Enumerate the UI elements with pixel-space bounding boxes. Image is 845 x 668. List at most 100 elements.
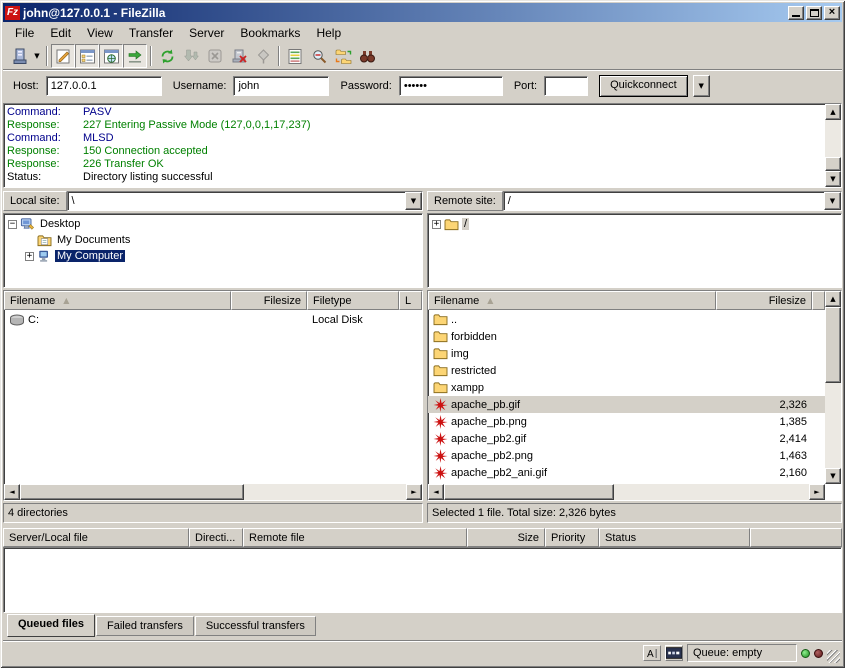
column-header-filesize[interactable]: Filesize	[231, 291, 307, 310]
scroll-left-button[interactable]: ◄	[428, 484, 444, 500]
log-line: Response:226 Transfer OK	[7, 158, 825, 171]
username-input[interactable]: john	[233, 76, 329, 96]
quickconnect-button[interactable]: Quickconnect	[599, 75, 688, 97]
remote-site-combo[interactable]: / ▼	[503, 191, 842, 211]
resize-grip[interactable]	[827, 650, 840, 663]
cancel-operation-button[interactable]	[203, 44, 227, 68]
site-manager-dropdown-button[interactable]: ▼	[31, 44, 43, 68]
tree-expander-plus[interactable]: +	[432, 220, 441, 229]
site-manager-button[interactable]	[7, 44, 31, 68]
scroll-up-button[interactable]: ▲	[825, 291, 841, 307]
remote-vscrollbar[interactable]: ▲ ▼	[825, 291, 841, 484]
speed-limits-icon[interactable]	[665, 645, 683, 661]
column-header-size[interactable]: Size	[467, 528, 545, 547]
host-input[interactable]: 127.0.0.1	[46, 76, 162, 96]
scroll-track[interactable]	[444, 484, 809, 500]
reconnect-button[interactable]	[251, 44, 275, 68]
tab-successful-transfers[interactable]: Successful transfers	[195, 616, 316, 636]
remote-hscrollbar[interactable]: ◄ ►	[428, 484, 825, 500]
scroll-track[interactable]	[825, 307, 841, 468]
column-header-filename[interactable]: Filename▲	[428, 291, 716, 310]
file-row-xampp[interactable]: xampp	[428, 379, 825, 396]
transfer-type-icon[interactable]: A	[643, 645, 661, 661]
local-site-combo[interactable]: \ ▼	[67, 191, 423, 211]
menu-file[interactable]: File	[7, 24, 42, 42]
directory-listing-filters-button[interactable]	[307, 44, 331, 68]
remote-site-dropdown-button[interactable]: ▼	[824, 192, 841, 210]
file-row-img[interactable]: img	[428, 345, 825, 362]
file-row-item[interactable]: ..	[428, 311, 825, 328]
directory-comparison-icon	[287, 48, 304, 65]
find-files-button[interactable]	[355, 44, 379, 68]
tree-expander-minus[interactable]: −	[8, 220, 17, 229]
column-header-priority[interactable]: Priority	[545, 528, 599, 547]
scroll-down-button[interactable]: ▼	[825, 468, 841, 484]
file-row-apache-pb2-ani-gif[interactable]: apache_pb2_ani.gif2,160	[428, 464, 825, 481]
column-header-filesize[interactable]: Filesize	[716, 291, 812, 310]
tab-failed-transfers[interactable]: Failed transfers	[96, 616, 194, 636]
scroll-thumb[interactable]	[825, 307, 841, 383]
scroll-right-button[interactable]: ►	[406, 484, 422, 500]
minimize-button[interactable]	[788, 6, 804, 20]
scroll-thumb[interactable]	[825, 157, 841, 171]
scroll-down-button[interactable]: ▼	[825, 171, 841, 187]
menu-transfer[interactable]: Transfer	[121, 24, 181, 42]
local-site-dropdown-button[interactable]: ▼	[405, 192, 422, 210]
file-row-apache-pb2-png[interactable]: apache_pb2.png1,463	[428, 447, 825, 464]
maximize-button[interactable]	[806, 6, 822, 20]
scroll-left-button[interactable]: ◄	[4, 484, 20, 500]
tree-expander-plus[interactable]: +	[25, 252, 34, 261]
scroll-thumb[interactable]	[20, 484, 244, 500]
toggle-local-tree-button[interactable]	[75, 44, 99, 68]
toggle-transfer-queue-button[interactable]	[123, 44, 147, 68]
log-scrollbar[interactable]: ▲ ▼	[825, 104, 841, 187]
file-row-restricted[interactable]: restricted	[428, 362, 825, 379]
file-name: apache_pb2.gif	[451, 433, 526, 445]
column-header-filename[interactable]: Filename▲	[4, 291, 231, 310]
synchronized-browsing-button[interactable]	[331, 44, 355, 68]
directory-comparison-button[interactable]	[283, 44, 307, 68]
file-row-apache-pb-png[interactable]: apache_pb.png1,385	[428, 413, 825, 430]
refresh-button[interactable]	[155, 44, 179, 68]
log-line: Status:Directory listing successful	[7, 171, 825, 184]
disconnect-button[interactable]	[227, 44, 251, 68]
file-row-forbidden[interactable]: forbidden	[428, 328, 825, 345]
scroll-track[interactable]	[20, 484, 406, 500]
local-pane: Local site: \ ▼ −DesktopMy Documents+My …	[3, 190, 423, 523]
desktop-icon	[20, 217, 35, 231]
local-hscrollbar[interactable]: ◄ ►	[4, 484, 422, 500]
menu-edit[interactable]: Edit	[42, 24, 79, 42]
menu-view[interactable]: View	[79, 24, 121, 42]
tree-item-my-documents[interactable]: My Documents	[4, 232, 422, 248]
scroll-up-button[interactable]: ▲	[825, 104, 841, 120]
file-row-c[interactable]: C:Local Disk	[4, 311, 422, 328]
close-button[interactable]: ×	[824, 6, 840, 20]
column-header-l[interactable]: L	[399, 291, 422, 310]
scroll-thumb[interactable]	[444, 484, 614, 500]
menu-server[interactable]: Server	[181, 24, 232, 42]
menu-help[interactable]: Help	[308, 24, 349, 42]
toggle-message-log-button[interactable]	[51, 44, 75, 68]
scroll-track[interactable]	[825, 120, 841, 171]
process-queue-button[interactable]	[179, 44, 203, 68]
toggle-remote-tree-button[interactable]	[99, 44, 123, 68]
menu-bookmarks[interactable]: Bookmarks	[232, 24, 308, 42]
column-header-filetype[interactable]: Filetype	[307, 291, 399, 310]
toggle-message-log-icon	[55, 48, 72, 65]
file-name: apache_pb.png	[451, 416, 527, 428]
port-input[interactable]	[544, 76, 588, 96]
tab-queued-files[interactable]: Queued files	[7, 614, 95, 637]
file-row-apache-pb2-gif[interactable]: apache_pb2.gif2,414	[428, 430, 825, 447]
column-header-remote-file[interactable]: Remote file	[243, 528, 467, 547]
quickconnect-dropdown-button[interactable]: ▼	[693, 75, 710, 97]
column-header-server-local-file[interactable]: Server/Local file	[3, 528, 189, 547]
tree-item-desktop[interactable]: −Desktop	[4, 216, 422, 232]
file-row-apache-pb-gif[interactable]: apache_pb.gif2,326	[428, 396, 825, 413]
tree-item-my-computer[interactable]: +My Computer	[4, 248, 422, 264]
column-header-status[interactable]: Status	[599, 528, 750, 547]
password-input[interactable]: ••••••	[399, 76, 503, 96]
column-header-directi[interactable]: Directi...	[189, 528, 243, 547]
window-controls: ×	[788, 6, 840, 20]
scroll-right-button[interactable]: ►	[809, 484, 825, 500]
tree-item-item[interactable]: +/	[428, 216, 841, 232]
